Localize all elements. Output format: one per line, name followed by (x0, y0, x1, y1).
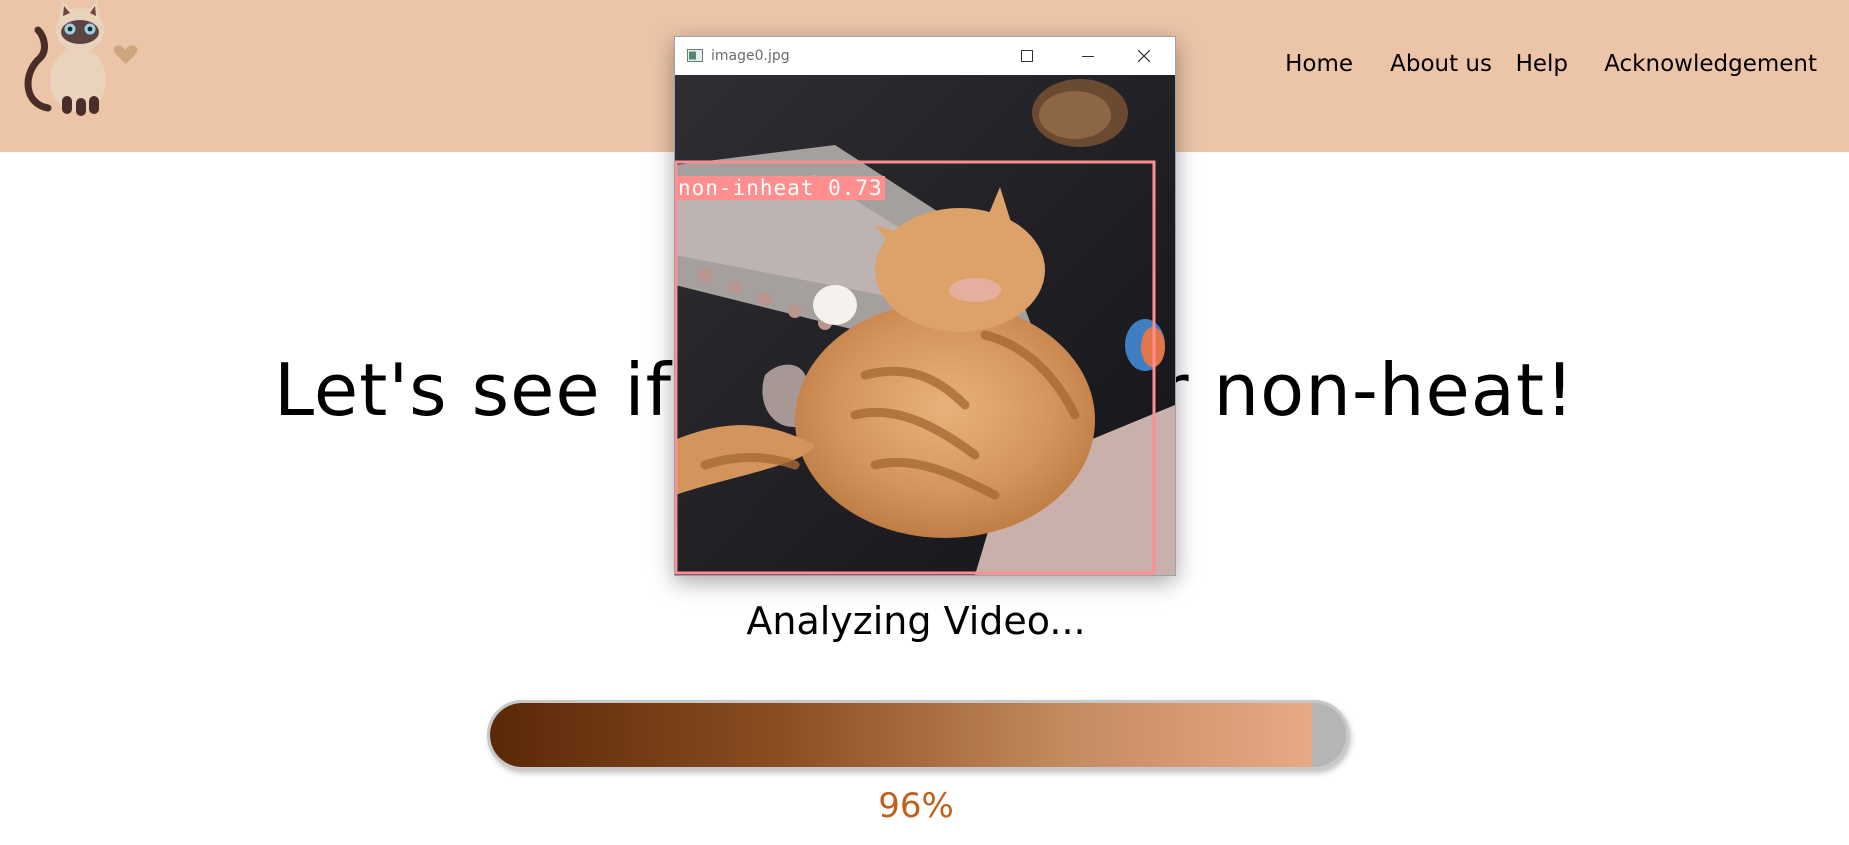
maximize-square-icon[interactable] (1021, 50, 1033, 62)
nav-about-us[interactable]: About us (1390, 44, 1492, 84)
window-titlebar[interactable]: image0.jpg (675, 37, 1175, 75)
nav-help[interactable]: Help (1516, 44, 1568, 84)
nav-home[interactable]: Home (1285, 44, 1353, 84)
nav-acknowledgement[interactable]: Acknowledgement (1604, 44, 1817, 84)
detection-image: non-inheat 0.73 (675, 75, 1175, 575)
app-icon (687, 49, 703, 62)
cat-logo[interactable] (18, 0, 148, 120)
analysis-status: Analyzing Video... (746, 599, 1086, 643)
progress-bar (487, 700, 1349, 770)
close-icon[interactable] (1138, 50, 1150, 62)
progress-percent: 96% (878, 786, 954, 826)
progress-bar-fill (490, 703, 1312, 767)
image-viewer-window[interactable]: image0.jpg non-inheat 0.73 (674, 36, 1176, 576)
detection-label: non-inheat 0.73 (676, 176, 885, 200)
cat-photo (675, 75, 1175, 575)
window-title: image0.jpg (711, 48, 790, 64)
maximize-icon (1117, 38, 1129, 50)
cat-logo-icon (24, 0, 138, 116)
